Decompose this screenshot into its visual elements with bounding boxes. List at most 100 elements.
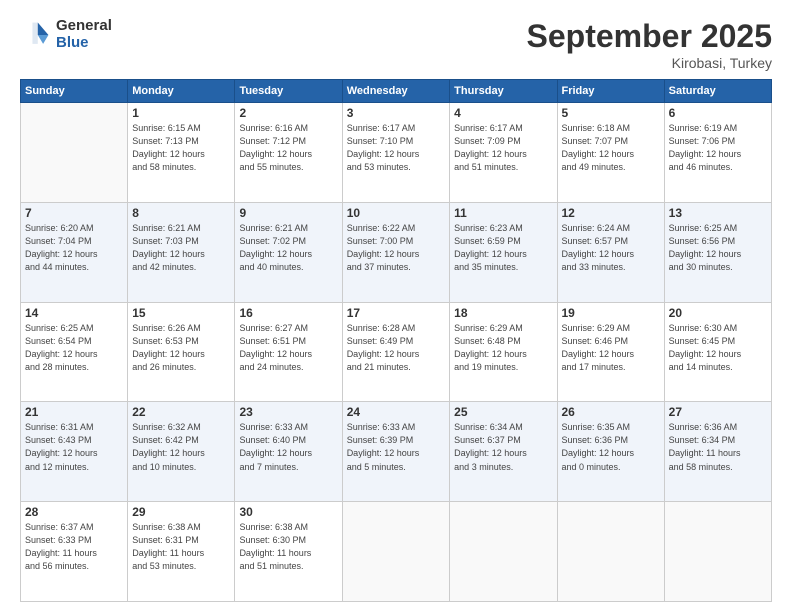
calendar-cell: 3 Sunrise: 6:17 AM Sunset: 7:10 PM Daylig… [342,103,449,203]
calendar-cell: 22 Sunrise: 6:32 AM Sunset: 6:42 PM Dayli… [128,402,235,502]
calendar-cell: 15 Sunrise: 6:26 AM Sunset: 6:53 PM Dayli… [128,302,235,402]
calendar-cell: 10 Sunrise: 6:22 AM Sunset: 7:00 PM Dayli… [342,202,449,302]
day-info: Sunrise: 6:37 AM Sunset: 6:33 PM Dayligh… [25,521,123,573]
calendar-cell: 11Sunrise: 6:23 AM Sunset: 6:59 PM Dayli… [450,202,557,302]
calendar-cell [21,103,128,203]
calendar: SundayMondayTuesdayWednesdayThursdayFrid… [20,79,772,602]
calendar-cell: 8 Sunrise: 6:21 AM Sunset: 7:03 PM Daylig… [128,202,235,302]
calendar-cell: 9Sunrise: 6:21 AM Sunset: 7:02 PM Daylig… [235,202,342,302]
day-number: 3 [347,106,445,120]
day-info: Sunrise: 6:16 AM Sunset: 7:12 PM Dayligh… [239,122,337,174]
calendar-cell: 1 Sunrise: 6:15 AM Sunset: 7:13 PM Daylig… [128,103,235,203]
calendar-cell [557,502,664,602]
calendar-cell: 16 Sunrise: 6:27 AM Sunset: 6:51 PM Dayli… [235,302,342,402]
day-number: 19 [562,306,660,320]
calendar-cell: 14Sunrise: 6:25 AM Sunset: 6:54 PM Dayli… [21,302,128,402]
day-number: 23 [239,405,337,419]
day-number: 2 [239,106,337,120]
day-number: 17 [347,306,445,320]
day-info: Sunrise: 6:19 AM Sunset: 7:06 PM Dayligh… [669,122,767,174]
day-number: 24 [347,405,445,419]
logo-icon [20,19,52,51]
day-number: 18 [454,306,552,320]
location: Kirobasi, Turkey [527,55,772,71]
calendar-week-row: 14Sunrise: 6:25 AM Sunset: 6:54 PM Dayli… [21,302,772,402]
day-info: Sunrise: 6:30 AM Sunset: 6:45 PM Dayligh… [669,322,767,374]
day-number: 7 [25,206,123,220]
day-info: Sunrise: 6:22 AM Sunset: 7:00 PM Dayligh… [347,222,445,274]
day-info: Sunrise: 6:18 AM Sunset: 7:07 PM Dayligh… [562,122,660,174]
calendar-cell: 7 Sunrise: 6:20 AM Sunset: 7:04 PM Daylig… [21,202,128,302]
logo-blue: Blue [56,35,112,52]
day-number: 27 [669,405,767,419]
calendar-cell: 29Sunrise: 6:38 AM Sunset: 6:31 PM Dayli… [128,502,235,602]
day-info: Sunrise: 6:29 AM Sunset: 6:48 PM Dayligh… [454,322,552,374]
calendar-cell: 25Sunrise: 6:34 AM Sunset: 6:37 PM Dayli… [450,402,557,502]
day-info: Sunrise: 6:32 AM Sunset: 6:42 PM Dayligh… [132,421,230,473]
calendar-cell: 28 Sunrise: 6:37 AM Sunset: 6:33 PM Dayli… [21,502,128,602]
calendar-cell: 13 Sunrise: 6:25 AM Sunset: 6:56 PM Dayli… [664,202,771,302]
calendar-cell: 2 Sunrise: 6:16 AM Sunset: 7:12 PM Daylig… [235,103,342,203]
calendar-cell: 12 Sunrise: 6:24 AM Sunset: 6:57 PM Dayli… [557,202,664,302]
calendar-week-row: 7 Sunrise: 6:20 AM Sunset: 7:04 PM Daylig… [21,202,772,302]
calendar-header-wednesday: Wednesday [342,80,449,103]
logo-text: General Blue [56,18,112,51]
header: General Blue September 2025 Kirobasi, Tu… [20,18,772,71]
calendar-header-thursday: Thursday [450,80,557,103]
calendar-header-sunday: Sunday [21,80,128,103]
calendar-header-friday: Friday [557,80,664,103]
calendar-cell: 5Sunrise: 6:18 AM Sunset: 7:07 PM Daylig… [557,103,664,203]
day-info: Sunrise: 6:31 AM Sunset: 6:43 PM Dayligh… [25,421,123,473]
day-number: 30 [239,505,337,519]
day-number: 12 [562,206,660,220]
day-number: 28 [25,505,123,519]
calendar-cell: 27 Sunrise: 6:36 AM Sunset: 6:34 PM Dayli… [664,402,771,502]
logo-general: General [56,18,112,35]
calendar-cell: 23Sunrise: 6:33 AM Sunset: 6:40 PM Dayli… [235,402,342,502]
calendar-cell: 26 Sunrise: 6:35 AM Sunset: 6:36 PM Dayli… [557,402,664,502]
calendar-header-monday: Monday [128,80,235,103]
title-block: September 2025 Kirobasi, Turkey [527,18,772,71]
calendar-cell: 24 Sunrise: 6:33 AM Sunset: 6:39 PM Dayli… [342,402,449,502]
calendar-week-row: 1 Sunrise: 6:15 AM Sunset: 7:13 PM Daylig… [21,103,772,203]
day-info: Sunrise: 6:27 AM Sunset: 6:51 PM Dayligh… [239,322,337,374]
calendar-cell [342,502,449,602]
day-info: Sunrise: 6:21 AM Sunset: 7:03 PM Dayligh… [132,222,230,274]
day-number: 21 [25,405,123,419]
day-info: Sunrise: 6:35 AM Sunset: 6:36 PM Dayligh… [562,421,660,473]
day-number: 13 [669,206,767,220]
day-info: Sunrise: 6:15 AM Sunset: 7:13 PM Dayligh… [132,122,230,174]
day-number: 22 [132,405,230,419]
calendar-header-saturday: Saturday [664,80,771,103]
calendar-week-row: 21 Sunrise: 6:31 AM Sunset: 6:43 PM Dayli… [21,402,772,502]
calendar-cell: 18 Sunrise: 6:29 AM Sunset: 6:48 PM Dayli… [450,302,557,402]
day-info: Sunrise: 6:33 AM Sunset: 6:39 PM Dayligh… [347,421,445,473]
calendar-header-tuesday: Tuesday [235,80,342,103]
calendar-cell: 6Sunrise: 6:19 AM Sunset: 7:06 PM Daylig… [664,103,771,203]
day-number: 10 [347,206,445,220]
calendar-cell: 19 Sunrise: 6:29 AM Sunset: 6:46 PM Dayli… [557,302,664,402]
day-number: 16 [239,306,337,320]
day-info: Sunrise: 6:26 AM Sunset: 6:53 PM Dayligh… [132,322,230,374]
calendar-week-row: 28 Sunrise: 6:37 AM Sunset: 6:33 PM Dayli… [21,502,772,602]
calendar-cell [664,502,771,602]
day-info: Sunrise: 6:36 AM Sunset: 6:34 PM Dayligh… [669,421,767,473]
calendar-header-row: SundayMondayTuesdayWednesdayThursdayFrid… [21,80,772,103]
day-info: Sunrise: 6:38 AM Sunset: 6:30 PM Dayligh… [239,521,337,573]
day-info: Sunrise: 6:34 AM Sunset: 6:37 PM Dayligh… [454,421,552,473]
month-title: September 2025 [527,18,772,55]
day-info: Sunrise: 6:29 AM Sunset: 6:46 PM Dayligh… [562,322,660,374]
day-info: Sunrise: 6:21 AM Sunset: 7:02 PM Dayligh… [239,222,337,274]
day-info: Sunrise: 6:17 AM Sunset: 7:10 PM Dayligh… [347,122,445,174]
day-info: Sunrise: 6:24 AM Sunset: 6:57 PM Dayligh… [562,222,660,274]
calendar-cell [450,502,557,602]
day-info: Sunrise: 6:20 AM Sunset: 7:04 PM Dayligh… [25,222,123,274]
day-number: 1 [132,106,230,120]
day-info: Sunrise: 6:25 AM Sunset: 6:56 PM Dayligh… [669,222,767,274]
day-number: 26 [562,405,660,419]
calendar-cell: 21 Sunrise: 6:31 AM Sunset: 6:43 PM Dayli… [21,402,128,502]
page: General Blue September 2025 Kirobasi, Tu… [0,0,792,612]
day-number: 8 [132,206,230,220]
day-info: Sunrise: 6:25 AM Sunset: 6:54 PM Dayligh… [25,322,123,374]
day-number: 15 [132,306,230,320]
